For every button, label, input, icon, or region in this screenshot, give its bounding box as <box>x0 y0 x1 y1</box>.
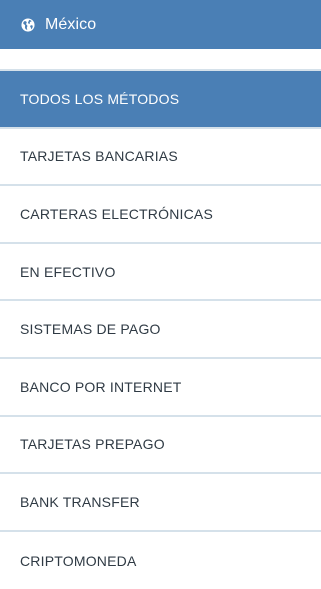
menu-item-internet-banking[interactable]: BANCO POR INTERNET <box>0 358 321 417</box>
globe-icon <box>21 17 35 32</box>
menu-item-bank-cards[interactable]: TARJETAS BANCARIAS <box>0 128 321 187</box>
payment-methods-menu: TODOS LOS MÉTODOS TARJETAS BANCARIAS CAR… <box>0 69 321 589</box>
menu-item-all-methods[interactable]: TODOS LOS MÉTODOS <box>0 71 321 129</box>
menu-item-prepaid-cards[interactable]: TARJETAS PREPAGO <box>0 416 321 475</box>
menu-item-label: CARTERAS ELECTRÓNICAS <box>20 205 213 222</box>
menu-item-label: BANCO POR INTERNET <box>20 378 182 395</box>
menu-item-e-wallets[interactable]: CARTERAS ELECTRÓNICAS <box>0 186 321 244</box>
menu-item-label: CRIPTOMONEDA <box>20 552 137 569</box>
menu-item-label: BANK TRANSFER <box>20 493 140 510</box>
spacer <box>0 49 321 69</box>
menu-item-bank-transfer[interactable]: BANK TRANSFER <box>0 474 321 532</box>
menu-item-label: EN EFECTIVO <box>20 263 116 280</box>
menu-item-label: TODOS LOS MÉTODOS <box>20 90 180 107</box>
menu-item-payment-systems[interactable]: SISTEMAS DE PAGO <box>0 301 321 359</box>
region-selector[interactable]: México <box>0 0 321 49</box>
menu-item-label: TARJETAS BANCARIAS <box>20 148 178 165</box>
menu-item-label: TARJETAS PREPAGO <box>20 436 165 453</box>
menu-item-cash[interactable]: EN EFECTIVO <box>0 243 321 302</box>
menu-item-label: SISTEMAS DE PAGO <box>20 321 161 338</box>
region-label: México <box>45 15 97 33</box>
menu-item-cryptocurrency[interactable]: CRIPTOMONEDA <box>0 531 321 589</box>
